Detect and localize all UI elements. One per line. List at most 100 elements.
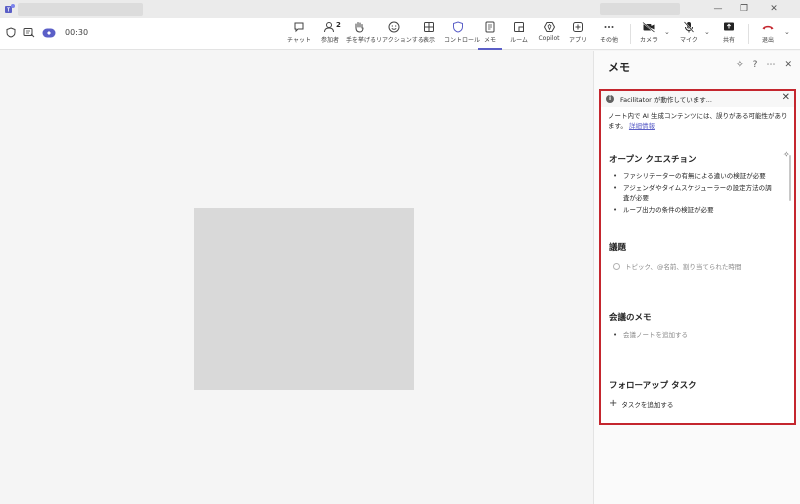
follow-up-heading: フォローアップ タスク [609, 381, 697, 391]
copilot-icon [543, 22, 555, 32]
notes-label: メモ [483, 37, 496, 44]
notes-document[interactable]: ノート内で AI 生成コンテンツには、誤りがある可能性があります。 詳細情報 オ… [601, 107, 794, 423]
leave-options-chevron-icon[interactable]: ⌄ [784, 28, 790, 36]
facilitator-status-bar: i Facilitator が動作しています... ✕ [601, 91, 794, 107]
people-button[interactable]: 2 参加者 [318, 21, 342, 48]
agenda-heading: 議題 [609, 243, 627, 253]
toolbar-divider [630, 24, 631, 44]
react-label: リアクションする [376, 37, 424, 44]
open-questions-heading: オープン クエスチョン [609, 155, 697, 165]
participant-count: 2 [336, 21, 341, 29]
chat-label: チャット [287, 37, 311, 44]
more-options-icon[interactable]: ⋯ [766, 59, 775, 71]
toolbar-left: 00:30 [6, 27, 88, 38]
notes-scrollbar[interactable] [789, 155, 791, 201]
meeting-notes-list: 会議ノートを追加する [613, 330, 778, 342]
minimize-button[interactable]: — [708, 2, 728, 16]
ai-disclaimer: ノート内で AI 生成コンテンツには、誤りがある可能性があります。 詳細情報 [608, 111, 788, 131]
add-app-icon [573, 22, 583, 32]
sparkle-icon[interactable]: ✧ [736, 59, 744, 71]
restore-button[interactable]: ❐ [734, 2, 754, 16]
hand-icon [355, 22, 364, 33]
plus-icon: + [609, 398, 618, 409]
teams-icon: T [5, 4, 15, 14]
sparkle-icon[interactable]: ✧ [783, 150, 790, 159]
add-task-button[interactable]: + タスクを追加する [609, 398, 674, 410]
copilot-label: Copilot [538, 35, 560, 42]
raise-hand-button[interactable]: 手を挙げる [346, 21, 377, 48]
rooms-label: ルーム [510, 37, 528, 44]
apps-button[interactable]: アプリ [568, 21, 588, 48]
camera-label: カメラ [639, 37, 658, 44]
share-screen-icon [724, 22, 734, 31]
apps-label: アプリ [568, 37, 587, 44]
mic-button[interactable]: マイク [678, 21, 700, 48]
meeting-notes-placeholder[interactable]: 会議ノートを追加する [613, 330, 778, 340]
add-task-label: タスクを追加する [621, 401, 674, 409]
mic-off-icon [683, 21, 695, 33]
camera-button[interactable]: カメラ [638, 21, 660, 48]
leave-button[interactable]: 退出 [758, 21, 778, 48]
view-button[interactable]: 表示 [420, 21, 438, 48]
control-label: コントロール [444, 37, 481, 44]
mic-label: マイク [680, 37, 698, 44]
rooms-icon [514, 22, 524, 32]
shield-check-icon [453, 21, 463, 33]
notes-status-icon[interactable] [23, 27, 35, 38]
panel-header-actions: ✧ ? ⋯ ✕ [736, 59, 792, 71]
rooms-button[interactable]: ルーム [508, 21, 530, 48]
list-item[interactable]: ファシリテーターの有無による違いの検証が必要 [613, 171, 778, 181]
emoji-icon [388, 21, 400, 33]
close-panel-icon[interactable]: ✕ [784, 59, 792, 71]
react-button[interactable]: リアクションする [376, 21, 424, 48]
meeting-timer: 00:30 [65, 28, 89, 37]
agenda-placeholder: トピック、@名前、割り当てられた時間 [625, 263, 742, 271]
copilot-badge-icon[interactable] [42, 28, 56, 38]
camera-options-chevron-icon[interactable]: ⌄ [664, 28, 670, 36]
more-button[interactable]: その他 [598, 21, 620, 48]
camera-off-icon [642, 21, 656, 33]
raise-hand-label: 手を挙げる [346, 37, 377, 44]
meeting-toolbar: 00:30 チャット 2 参加者 手を挙げる リアクションする 表示 コントロー… [0, 18, 800, 50]
list-item[interactable]: アジェンダやタイムスケジューラーの設定方法の調査が必要 [613, 183, 778, 203]
window-title-redacted [18, 3, 143, 16]
people-icon [324, 22, 334, 33]
shield-icon[interactable] [6, 27, 16, 38]
window-title-redacted-2 [600, 3, 680, 15]
notes-highlight-frame: i Facilitator が動作しています... ✕ ノート内で AI 生成コ… [599, 89, 796, 425]
more-icon [604, 26, 614, 28]
learn-more-link[interactable]: 詳細情報 [629, 122, 655, 130]
notes-panel: メモ ✧ ? ⋯ ✕ i Facilitator が動作しています... ✕ ノ… [593, 51, 800, 504]
facilitator-close-icon[interactable]: ✕ [782, 93, 790, 103]
chat-button[interactable]: チャット [286, 21, 312, 48]
grid-view-icon [424, 22, 434, 32]
panel-title: メモ [608, 61, 630, 74]
notes-button[interactable]: メモ [478, 21, 502, 50]
copilot-button[interactable]: Copilot [536, 21, 562, 48]
info-icon: i [606, 95, 614, 103]
view-label: 表示 [422, 37, 435, 44]
participant-video-tile[interactable] [194, 208, 414, 390]
more-label: その他 [599, 37, 618, 44]
facilitator-status-text: Facilitator が動作しています... [620, 96, 712, 104]
title-bar: T — ❐ ✕ [0, 0, 800, 18]
agenda-item-input[interactable]: トピック、@名前、割り当てられた時間 [613, 261, 741, 271]
open-questions-list: ファシリテーターの有無による違いの検証が必要 アジェンダやタイムスケジューラーの… [613, 171, 778, 217]
leave-label: 退出 [761, 37, 774, 44]
close-window-button[interactable]: ✕ [764, 2, 784, 16]
svg-text:T: T [7, 8, 10, 14]
agenda-radio-icon[interactable] [613, 262, 620, 270]
list-item[interactable]: ループ出力の条件の検証が必要 [613, 205, 778, 215]
mic-options-chevron-icon[interactable]: ⌄ [704, 28, 710, 36]
share-label: 共有 [722, 37, 735, 44]
toolbar-divider-2 [748, 24, 749, 44]
control-button[interactable]: コントロール [444, 21, 481, 48]
meeting-stage [0, 51, 593, 504]
meeting-notes-heading: 会議のメモ [609, 313, 652, 323]
hang-up-icon [762, 25, 774, 30]
people-label: 参加者 [320, 37, 339, 44]
chat-icon [294, 22, 304, 33]
notes-icon [485, 21, 495, 33]
share-button[interactable]: 共有 [720, 21, 738, 48]
help-icon[interactable]: ? [753, 59, 758, 71]
